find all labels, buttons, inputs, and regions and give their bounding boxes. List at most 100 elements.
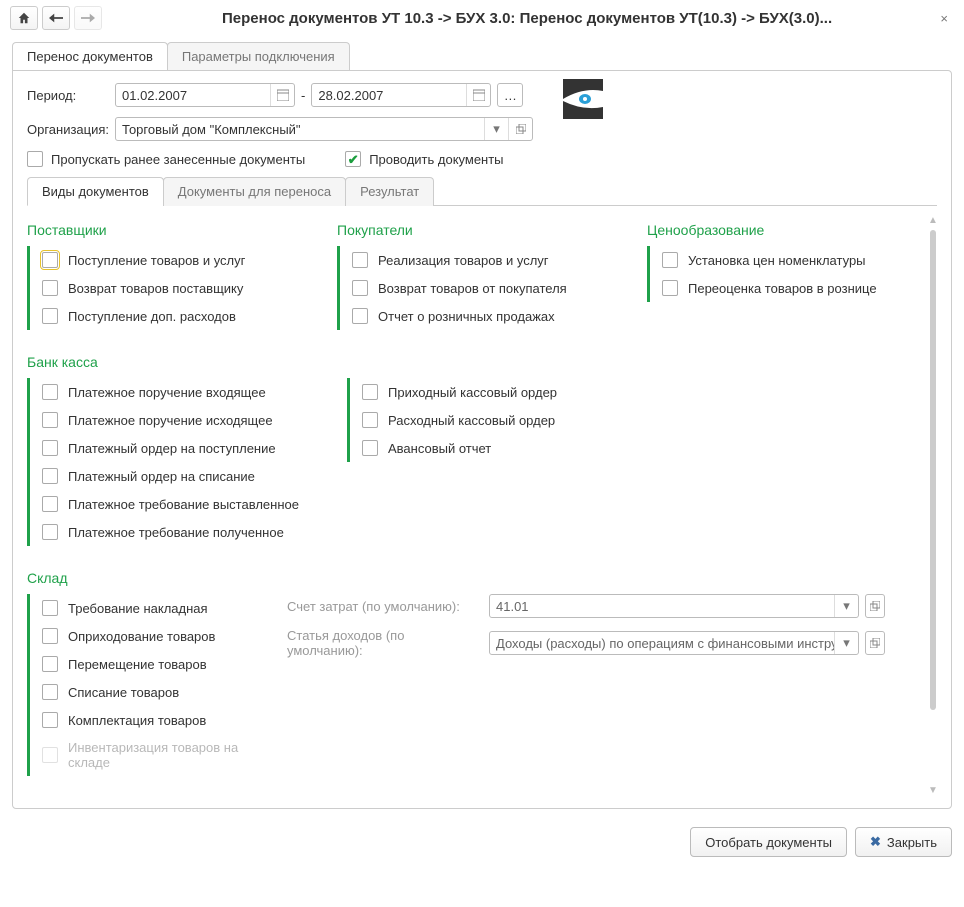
buyers-item-1-checkbox[interactable] (352, 280, 368, 296)
close-icon: ✖ (870, 834, 881, 850)
period-to-input[interactable]: 28.02.2007 (311, 83, 491, 107)
period-dialog-button[interactable]: … (497, 83, 523, 107)
bank-right-1-checkbox[interactable] (362, 412, 378, 428)
dropdown-icon[interactable]: ▾ (834, 595, 858, 617)
calendar-icon[interactable] (466, 84, 490, 106)
inner-tab-result[interactable]: Результат (345, 177, 434, 206)
close-label: Закрыть (887, 835, 937, 850)
section-suppliers-title: Поставщики (27, 222, 317, 238)
section-buyers-title: Покупатели (337, 222, 627, 238)
bank-left-2-checkbox[interactable] (42, 440, 58, 456)
suppliers-item-0-checkbox[interactable] (42, 252, 58, 268)
pricing-item-0-label: Установка цен номенклатуры (688, 253, 866, 268)
stock-item-3-label: Списание товаров (68, 685, 179, 700)
income-article-label: Статья доходов (по умолчанию): (287, 628, 483, 658)
bank-left-5-checkbox[interactable] (42, 524, 58, 540)
dropdown-icon[interactable]: ▾ (484, 118, 508, 140)
stock-item-2-checkbox[interactable] (42, 656, 58, 672)
stock-item-1-label: Оприходование товаров (68, 629, 215, 644)
inner-tab-doc-types[interactable]: Виды документов (27, 177, 164, 206)
period-label: Период: (27, 88, 109, 103)
app-logo (563, 79, 603, 119)
stock-item-0-label: Требование накладная (68, 601, 208, 616)
select-documents-label: Отобрать документы (705, 835, 832, 850)
arrow-right-icon (81, 13, 95, 23)
income-article-input[interactable]: Доходы (расходы) по операциям с финансов… (489, 631, 859, 655)
skip-previous-checkbox[interactable] (27, 151, 43, 167)
period-to-value: 28.02.2007 (312, 88, 466, 103)
section-pricing-title: Ценообразование (647, 222, 937, 238)
window-title: Перенос документов УТ 10.3 -> БУХ 3.0: П… (102, 10, 934, 27)
section-bank-title: Банк касса (27, 354, 937, 370)
scrollbar[interactable]: ▲ ▼ (929, 216, 937, 796)
bank-left-3-checkbox[interactable] (42, 468, 58, 484)
income-article-value: Доходы (расходы) по операциям с финансов… (490, 636, 834, 651)
buyers-item-1-label: Возврат товаров от покупателя (378, 281, 567, 296)
org-label: Организация: (27, 122, 109, 137)
post-documents-label: Проводить документы (369, 152, 503, 167)
bank-right-0-label: Приходный кассовый ордер (388, 385, 557, 400)
dropdown-icon[interactable]: ▾ (834, 632, 858, 654)
inner-tab-docs-transfer[interactable]: Документы для переноса (163, 177, 346, 206)
period-separator: - (301, 88, 305, 103)
suppliers-item-1-label: Возврат товаров поставщику (68, 281, 243, 296)
period-from-input[interactable]: 01.02.2007 (115, 83, 295, 107)
scroll-up-icon[interactable]: ▲ (928, 216, 937, 226)
bank-left-4-label: Платежное требование выставленное (68, 497, 299, 512)
open-dialog-button[interactable] (865, 594, 885, 618)
organization-select[interactable]: Торговый дом "Комплексный" ▾ (115, 117, 533, 141)
organization-value: Торговый дом "Комплексный" (116, 122, 484, 137)
suppliers-item-2-label: Поступление доп. расходов (68, 309, 236, 324)
bank-left-4-checkbox[interactable] (42, 496, 58, 512)
stock-item-5-label: Инвентаризация товаров на складе (68, 740, 263, 770)
bank-left-2-label: Платежный ордер на поступление (68, 441, 276, 456)
stock-item-0-checkbox[interactable] (42, 600, 58, 616)
suppliers-item-1-checkbox[interactable] (42, 280, 58, 296)
select-documents-button[interactable]: Отобрать документы (690, 827, 847, 857)
close-window-button[interactable]: × (934, 11, 954, 26)
pricing-item-1-checkbox[interactable] (662, 280, 678, 296)
cost-account-label: Счет затрат (по умолчанию): (287, 599, 483, 614)
home-button[interactable] (10, 6, 38, 30)
cost-account-value: 41.01 (490, 599, 834, 614)
post-documents-checkbox[interactable] (345, 151, 361, 167)
forward-button (74, 6, 102, 30)
bank-right-1-label: Расходный кассовый ордер (388, 413, 555, 428)
bank-left-3-label: Платежный ордер на списание (68, 469, 255, 484)
bank-left-1-label: Платежное поручение исходящее (68, 413, 273, 428)
scroll-thumb[interactable] (930, 230, 936, 710)
stock-item-4-checkbox[interactable] (42, 712, 58, 728)
bank-left-0-checkbox[interactable] (42, 384, 58, 400)
buyers-item-0-checkbox[interactable] (352, 252, 368, 268)
bank-right-0-checkbox[interactable] (362, 384, 378, 400)
buyers-item-0-label: Реализация товаров и услуг (378, 253, 549, 268)
period-from-value: 01.02.2007 (116, 88, 270, 103)
stock-item-1-checkbox[interactable] (42, 628, 58, 644)
skip-previous-label: Пропускать ранее занесенные документы (51, 152, 305, 167)
suppliers-item-0-label: Поступление товаров и услуг (68, 253, 245, 268)
bank-left-0-label: Платежное поручение входящее (68, 385, 266, 400)
open-dialog-button[interactable] (865, 631, 885, 655)
buyers-item-2-label: Отчет о розничных продажах (378, 309, 555, 324)
stock-item-4-label: Комплектация товаров (68, 713, 206, 728)
bank-left-1-checkbox[interactable] (42, 412, 58, 428)
home-icon (17, 11, 31, 25)
pricing-item-0-checkbox[interactable] (662, 252, 678, 268)
cost-account-input[interactable]: 41.01 ▾ (489, 594, 859, 618)
close-button[interactable]: ✖ Закрыть (855, 827, 952, 857)
open-dialog-icon[interactable] (508, 118, 532, 140)
buyers-item-2-checkbox[interactable] (352, 308, 368, 324)
tab-connection-params[interactable]: Параметры подключения (167, 42, 350, 70)
back-button[interactable] (42, 6, 70, 30)
stock-item-5-checkbox[interactable] (42, 747, 58, 763)
tab-transfer-documents[interactable]: Перенос документов (12, 42, 168, 70)
stock-item-2-label: Перемещение товаров (68, 657, 207, 672)
bank-right-2-checkbox[interactable] (362, 440, 378, 456)
section-stock-title: Склад (27, 570, 937, 586)
scroll-down-icon[interactable]: ▼ (928, 786, 937, 796)
arrow-left-icon (49, 13, 63, 23)
stock-item-3-checkbox[interactable] (42, 684, 58, 700)
bank-left-5-label: Платежное требование полученное (68, 525, 284, 540)
suppliers-item-2-checkbox[interactable] (42, 308, 58, 324)
calendar-icon[interactable] (270, 84, 294, 106)
